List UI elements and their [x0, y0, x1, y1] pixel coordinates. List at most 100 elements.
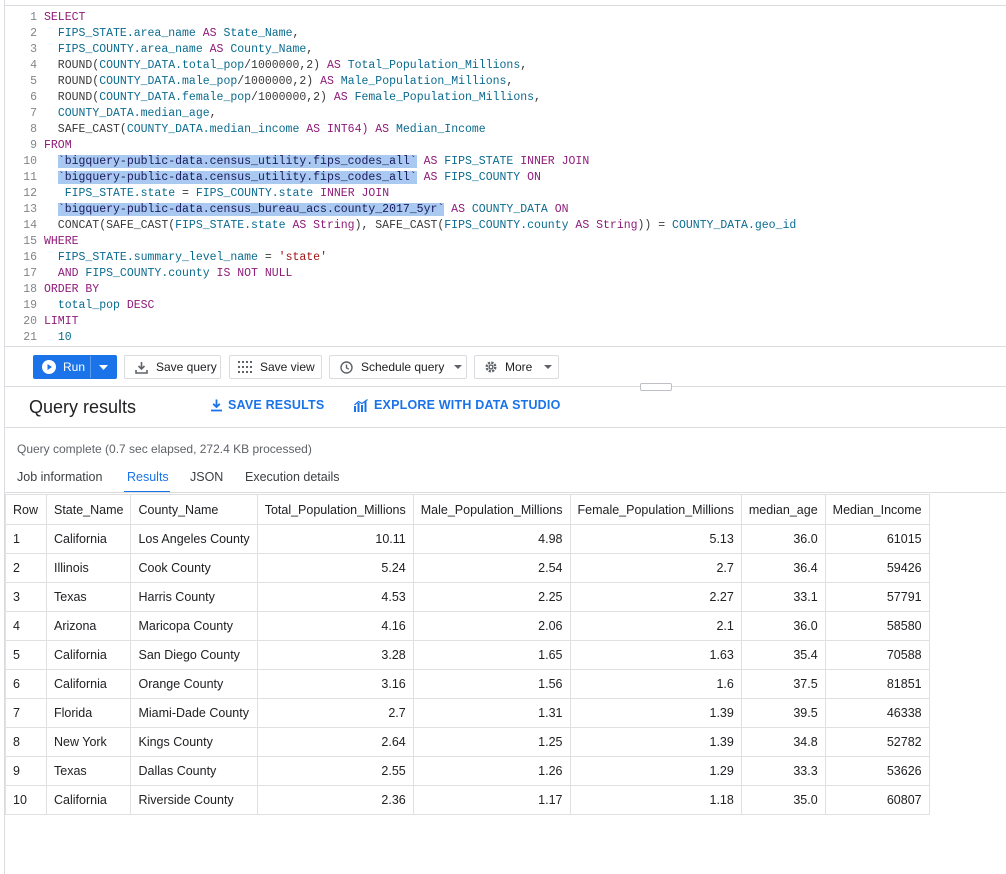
toolbar-divider	[5, 386, 1006, 387]
line-number: 6	[30, 91, 37, 104]
save-results-label: SAVE RESULTS	[228, 398, 325, 412]
code-token: COUNTY_DATA.median_age	[57, 107, 210, 120]
table-cell: 35.0	[740, 785, 826, 815]
table-cell: Orange County	[130, 669, 258, 699]
schedule-query-button[interactable]: Schedule query	[329, 355, 467, 379]
table-row: 4 Arizona Maricopa County 4.16 2.06 2.1 36.0 58…	[5, 611, 930, 641]
code-line[interactable]: 4 ROUND(COUNTY_DATA.total_pop/1000000,2)…	[5, 58, 1006, 74]
code-token: ,	[306, 43, 314, 56]
code-token: ,	[506, 75, 514, 88]
tab-execution-details[interactable]: Execution details	[245, 470, 340, 484]
tab-results[interactable]: Results	[127, 470, 169, 484]
code-token: /1000000,2)	[251, 91, 334, 104]
code-token: WHERE	[44, 235, 79, 248]
table-cell: 1.29	[569, 756, 742, 786]
results-header-divider	[5, 427, 1006, 428]
table-cell: 60807	[824, 785, 930, 815]
code-line[interactable]: 2 FIPS_STATE.area_name AS State_Name,	[5, 26, 1006, 42]
table-cell: 35.4	[740, 640, 826, 670]
chevron-down-icon	[454, 365, 463, 369]
table-cell: 2.64	[256, 727, 414, 757]
code-token: total_pop	[57, 299, 127, 312]
table-cell: Arizona	[45, 611, 132, 641]
download-icon	[211, 399, 222, 411]
more-button[interactable]: More	[474, 355, 559, 379]
line-number: 11	[23, 171, 37, 184]
code-token: ,	[209, 107, 217, 120]
table-cell: California	[45, 640, 132, 670]
query-status: Query complete (0.7 sec elapsed, 272.4 K…	[17, 442, 312, 456]
code-line[interactable]: 1 SELECT	[5, 10, 1006, 26]
code-token: `bigquery-public-data.census_utility.fip…	[57, 155, 417, 168]
code-token: ORDER BY	[44, 283, 100, 296]
code-token: FIPS_COUNTY.county	[85, 267, 217, 280]
code-token: ROUND(	[44, 75, 100, 88]
code-line[interactable]: 3 FIPS_COUNTY.area_name AS County_Name,	[5, 42, 1006, 58]
table-row: 3 Texas Harris County 4.53 2.25 2.27 33.1 57791	[5, 582, 930, 612]
table-cell: California	[45, 785, 132, 815]
code-line[interactable]: 9 FROM	[5, 138, 1006, 154]
column-header: Total_Population_Millions	[256, 494, 414, 525]
code-line[interactable]: 21 10	[5, 330, 1006, 345]
save-view-button[interactable]: Save view	[229, 355, 322, 379]
run-button[interactable]: Run	[33, 355, 117, 379]
table-cell: 1	[5, 524, 47, 554]
query-editor[interactable]: 1 SELECT 2 FIPS_STATE.area_name AS State_N…	[5, 10, 1006, 345]
code-line[interactable]: 11 `bigquery-public-data.census_utility.…	[5, 170, 1006, 186]
code-token: Female_Population_Millions	[347, 91, 535, 104]
code-line[interactable]: 17 AND FIPS_COUNTY.county IS NOT NULL	[5, 266, 1006, 282]
tab-json[interactable]: JSON	[190, 470, 223, 484]
code-line[interactable]: 7 COUNTY_DATA.median_age,	[5, 106, 1006, 122]
code-line[interactable]: 18 ORDER BY	[5, 282, 1006, 298]
top-border	[4, 5, 1006, 6]
explore-data-studio-button[interactable]: EXPLORE WITH DATA STUDIO	[354, 398, 561, 412]
save-results-button[interactable]: SAVE RESULTS	[210, 398, 324, 412]
code-token: )) =	[637, 219, 673, 232]
code-token: ROUND(	[44, 91, 100, 104]
table-row: 8 New York Kings County 2.64 1.25 1.39 34.8 527…	[5, 727, 930, 757]
table-cell: 10	[5, 785, 47, 815]
table-row: 7 Florida Miami-Dade County 2.7 1.31 1.39 39.5…	[5, 698, 930, 728]
code-line[interactable]: 13 `bigquery-public-data.census_bureau_a…	[5, 202, 1006, 218]
run-dropdown[interactable]	[91, 356, 116, 378]
tab-job-information[interactable]: Job information	[17, 470, 102, 484]
table-cell: 1.26	[412, 756, 571, 786]
code-token: IS NOT NULL	[216, 267, 293, 280]
code-line[interactable]: 6 ROUND(COUNTY_DATA.female_pop/1000000,2…	[5, 90, 1006, 106]
table-cell: Cook County	[130, 553, 258, 583]
schedule-query-label: Schedule query	[361, 360, 445, 374]
table-cell: 1.39	[569, 727, 742, 757]
column-header: County_Name	[130, 494, 258, 525]
code-line[interactable]: 16 FIPS_STATE.summary_level_name = 'stat…	[5, 250, 1006, 266]
code-line[interactable]: 12 FIPS_STATE.state = FIPS_COUNTY.state …	[5, 186, 1006, 202]
table-cell: 39.5	[740, 698, 826, 728]
code-token: AS String	[285, 219, 355, 232]
table-cell: 36.0	[740, 611, 826, 641]
code-token: COUNTY_DATA.geo_id	[672, 219, 797, 232]
code-token: AS	[416, 155, 445, 168]
code-token: SAFE_CAST(	[44, 123, 127, 136]
column-header: Male_Population_Millions	[412, 494, 571, 525]
resize-handle[interactable]	[640, 383, 672, 391]
code-line[interactable]: 19 total_pop DESC	[5, 298, 1006, 314]
table-cell: 33.1	[740, 582, 826, 612]
code-token: COUNTY_DATA.female_pop	[99, 91, 252, 104]
code-line[interactable]: 14 CONCAT(SAFE_CAST(FIPS_STATE.state AS …	[5, 218, 1006, 234]
table-cell: 1.31	[412, 698, 571, 728]
run-main[interactable]: Run	[34, 356, 91, 378]
code-token: 10	[57, 331, 72, 344]
save-query-button[interactable]: Save query	[124, 355, 221, 379]
line-number: 19	[23, 299, 37, 312]
code-line[interactable]: 8 SAFE_CAST(COUNTY_DATA.median_income AS…	[5, 122, 1006, 138]
code-line[interactable]: 10 `bigquery-public-data.census_utility.…	[5, 154, 1006, 170]
code-line[interactable]: 15 WHERE	[5, 234, 1006, 250]
table-cell: 6	[5, 669, 47, 699]
table-cell: 58580	[824, 611, 930, 641]
code-token: FIPS_STATE.summary_level_name	[57, 251, 258, 264]
table-cell: 5	[5, 640, 47, 670]
code-line[interactable]: 5 ROUND(COUNTY_DATA.male_pop/1000000,2) …	[5, 74, 1006, 90]
table-cell: 7	[5, 698, 47, 728]
code-line[interactable]: 20 LIMIT	[5, 314, 1006, 330]
line-number: 21	[23, 331, 37, 344]
